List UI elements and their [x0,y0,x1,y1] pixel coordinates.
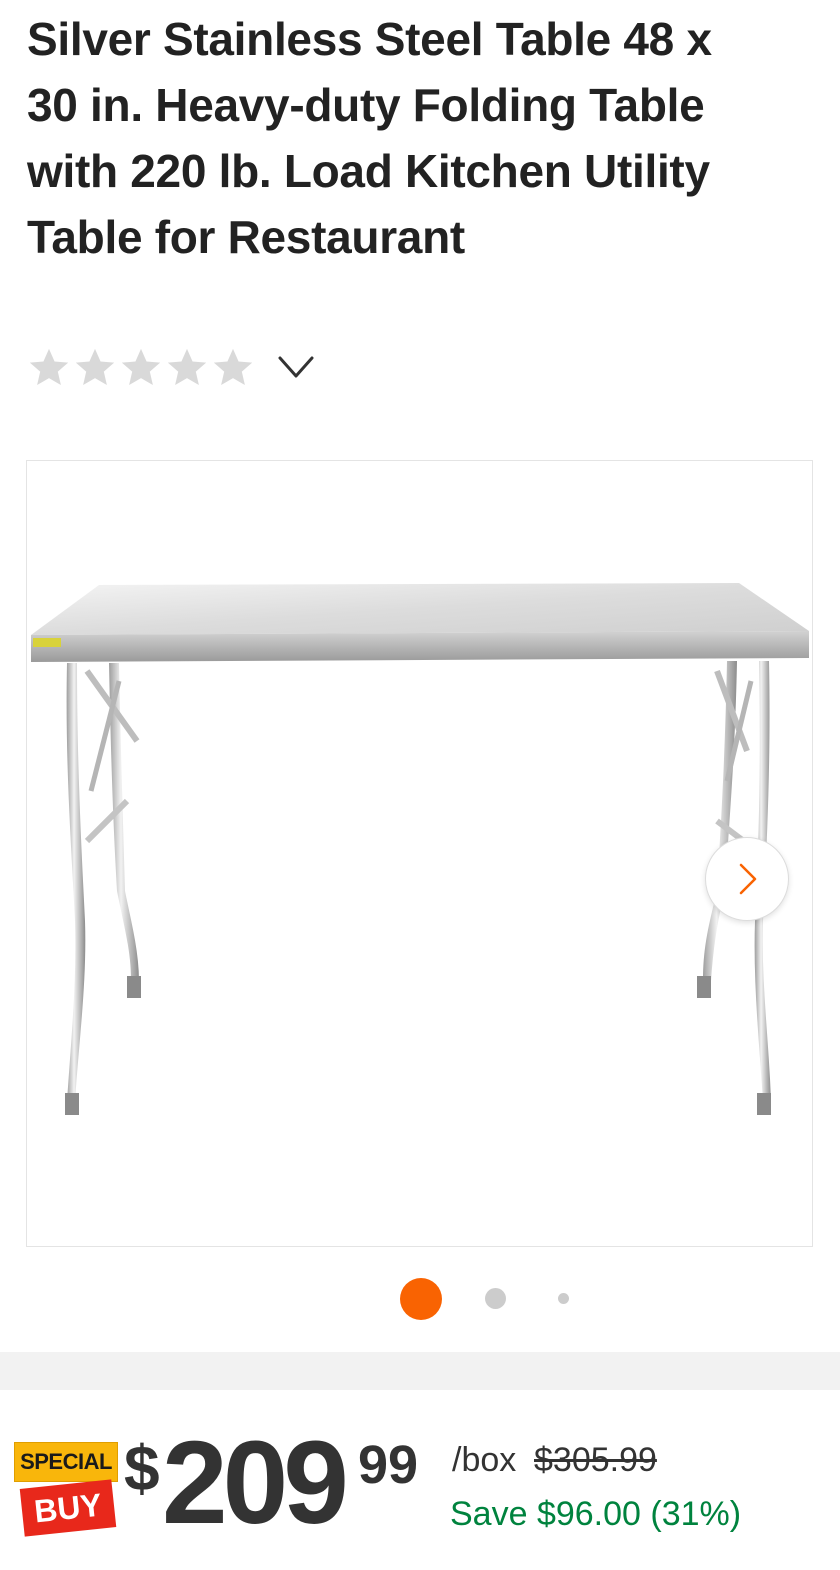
chevron-down-icon[interactable] [272,350,320,386]
savings-text: Save $96.00 (31%) [450,1495,742,1533]
special-buy-badge-bottom: BUY [19,1479,117,1537]
star-icon [118,345,164,391]
price-currency: $ [124,1432,160,1504]
special-buy-badge-top: SPECIAL [14,1442,118,1482]
was-price: $305.99 [534,1441,657,1479]
star-icon [210,345,256,391]
carousel-dot[interactable] [558,1293,569,1304]
star-icon [26,345,72,391]
special-buy-badge: SPECIAL BUY [14,1442,118,1537]
star-icon [164,345,210,391]
product-title: Silver Stainless Steel Table 48 x 30 in.… [27,13,712,263]
carousel-dot[interactable] [485,1288,506,1309]
product-header-card: Silver Stainless Steel Table 48 x 30 in.… [0,0,840,1352]
price-dollars: 209 [162,1417,349,1549]
price-unit: /box [452,1441,517,1479]
chevron-right-icon [739,863,757,895]
product-image-carousel[interactable] [26,460,813,1247]
rating-row[interactable] [26,344,320,392]
price-cents: 99 [358,1435,419,1495]
product-image [31,583,809,1115]
carousel-pagination [0,1278,840,1320]
carousel-dot-active[interactable] [400,1278,442,1320]
star-icon [72,345,118,391]
carousel-next-button[interactable] [705,837,789,921]
